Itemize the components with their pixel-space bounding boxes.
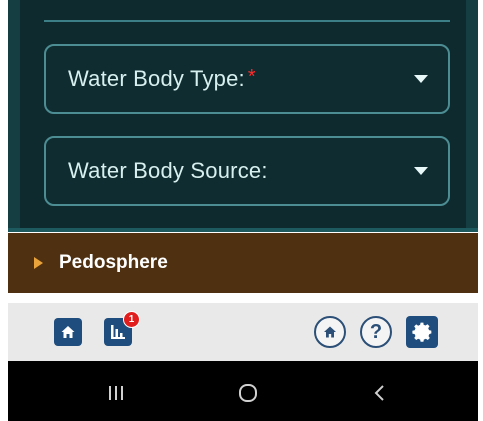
recents-icon (109, 386, 123, 400)
water-body-type-select[interactable]: Water Body Type: * (44, 44, 450, 114)
panel-border-left (8, 0, 20, 232)
stats-button[interactable]: 1 (104, 311, 140, 346)
water-body-source-select[interactable]: Water Body Source: (44, 136, 450, 206)
back-button[interactable] (368, 381, 392, 405)
home-icon (61, 326, 75, 338)
dropdown-caret-icon (414, 75, 428, 83)
help-icon: ? (369, 320, 383, 343)
bottom-toolbar: 1 ? (8, 303, 478, 361)
panel-border-right (466, 0, 478, 232)
required-asterisk: * (247, 66, 256, 88)
divider (44, 20, 450, 22)
section-header-pedosphere[interactable]: Pedosphere (8, 233, 478, 293)
bar-chart-icon (111, 325, 125, 339)
system-navigation-bar (8, 361, 478, 421)
home-button[interactable] (54, 318, 82, 346)
recents-button[interactable] (104, 381, 128, 405)
triangle-right-icon (34, 257, 43, 269)
gear-icon (412, 322, 432, 342)
notification-badge: 1 (123, 311, 140, 328)
app-frame: Water Body Type: * Water Body Source: Ped… (8, 0, 478, 421)
water-body-source-label: Water Body Source: (68, 158, 268, 183)
dropdown-caret-icon (414, 167, 428, 175)
panel-bottom-border (8, 228, 478, 232)
back-chevron-icon (374, 385, 384, 401)
home-circle-icon (324, 326, 336, 338)
water-body-type-label: Water Body Type: * (68, 66, 256, 91)
section-title: Pedosphere (59, 252, 168, 273)
help-button[interactable]: ? (360, 316, 392, 348)
home-circle-outline-icon (239, 384, 257, 402)
system-home-button[interactable] (236, 381, 260, 405)
form-panel: Water Body Type: * Water Body Source: (8, 0, 478, 232)
home-circle-button[interactable] (314, 316, 346, 348)
settings-button[interactable] (406, 316, 438, 348)
